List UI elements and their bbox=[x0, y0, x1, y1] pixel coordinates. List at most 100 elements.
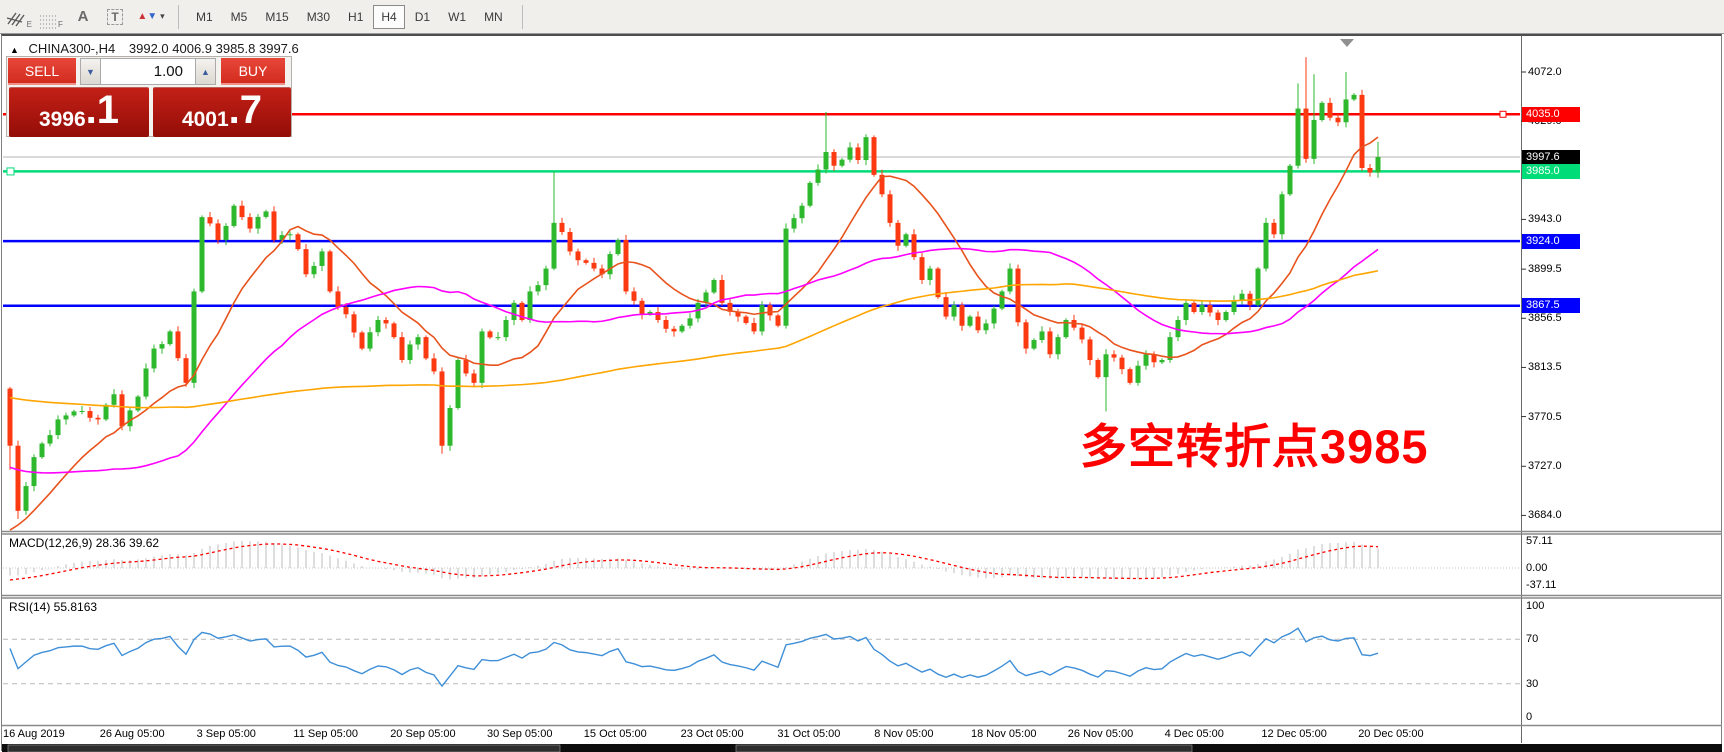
timeframe-button-m30[interactable]: M30 bbox=[299, 5, 338, 29]
candle bbox=[592, 263, 597, 269]
candle bbox=[288, 234, 293, 235]
candle bbox=[856, 147, 861, 160]
candle bbox=[952, 305, 957, 316]
candle bbox=[1056, 337, 1061, 354]
candle bbox=[176, 331, 181, 358]
arrow-objects-icon[interactable]: ▲ ▼ ▾ bbox=[134, 5, 168, 29]
timeframe-button-m1[interactable]: M1 bbox=[188, 5, 221, 29]
indicator-tick-label: 57.11 bbox=[1526, 535, 1553, 547]
candle bbox=[160, 344, 165, 348]
candle bbox=[760, 305, 765, 331]
candle bbox=[296, 234, 301, 249]
candle bbox=[416, 337, 421, 344]
date-label: 8 Nov 05:00 bbox=[874, 728, 933, 740]
indicator-tick-label: 0 bbox=[1526, 711, 1532, 723]
text-label-icon[interactable]: A bbox=[70, 5, 96, 29]
timeframe-button-m5[interactable]: M5 bbox=[223, 5, 256, 29]
indicator-tick-label: 70 bbox=[1526, 633, 1538, 645]
candle bbox=[840, 160, 845, 166]
toolbar-separator bbox=[522, 5, 523, 29]
expert-advisors-icon[interactable]: E bbox=[6, 5, 32, 29]
candle bbox=[488, 331, 493, 337]
candle bbox=[272, 211, 277, 240]
candle bbox=[560, 223, 565, 232]
candle bbox=[680, 326, 685, 332]
candle bbox=[1088, 339, 1093, 360]
candle bbox=[792, 218, 797, 228]
candle bbox=[752, 323, 757, 331]
sell-price-tile[interactable]: 3996 .1 bbox=[9, 87, 149, 137]
candle bbox=[672, 329, 677, 332]
candle bbox=[968, 317, 973, 326]
candle bbox=[744, 317, 749, 323]
date-label: 20 Sep 05:00 bbox=[390, 728, 455, 740]
candle bbox=[896, 223, 901, 246]
candle bbox=[200, 217, 205, 291]
candle bbox=[688, 318, 693, 325]
timeframe-button-d1[interactable]: D1 bbox=[407, 5, 438, 29]
timeframe-button-h4[interactable]: H4 bbox=[373, 5, 404, 29]
timeframe-button-w1[interactable]: W1 bbox=[440, 5, 474, 29]
rsi-indicator-label: RSI(14) 55.8163 bbox=[9, 600, 97, 614]
candle bbox=[360, 332, 365, 348]
candle bbox=[984, 323, 989, 330]
candle bbox=[1184, 303, 1189, 320]
candle bbox=[872, 137, 877, 175]
candle bbox=[1096, 360, 1101, 377]
candle bbox=[320, 251, 325, 266]
candle bbox=[568, 232, 573, 251]
volume-increment-button[interactable]: ▲ bbox=[195, 58, 216, 85]
candle bbox=[944, 297, 949, 316]
toolbar-separator bbox=[178, 5, 179, 29]
timeframe-button-mn[interactable]: MN bbox=[476, 5, 511, 29]
candle bbox=[816, 169, 821, 182]
indicator-tick-label: 100 bbox=[1526, 600, 1544, 612]
candle bbox=[576, 251, 581, 260]
text-box-icon[interactable]: T bbox=[102, 5, 128, 29]
candle bbox=[544, 269, 549, 286]
volume-decrement-button[interactable]: ▼ bbox=[80, 58, 101, 85]
timeframe-button-h1[interactable]: H1 bbox=[340, 5, 371, 29]
sell-price-fraction: .1 bbox=[86, 88, 119, 132]
candle bbox=[1136, 366, 1141, 383]
candle bbox=[848, 147, 853, 159]
candle bbox=[632, 291, 637, 300]
candle bbox=[128, 410, 133, 426]
down-arrow-glyph: ▼ bbox=[147, 11, 157, 22]
candle bbox=[224, 226, 229, 240]
candle bbox=[976, 317, 981, 331]
date-label: 26 Nov 05:00 bbox=[1068, 728, 1133, 740]
candle bbox=[448, 408, 453, 446]
candle bbox=[904, 234, 909, 245]
price-tick-label: 3856.5 bbox=[1528, 312, 1562, 324]
candle bbox=[400, 337, 405, 360]
candle bbox=[1032, 340, 1037, 349]
volume-input[interactable]: 1.00 bbox=[101, 58, 195, 85]
candle bbox=[888, 194, 893, 223]
fibonacci-grid-icon[interactable]: F bbox=[38, 5, 64, 29]
timeframe-button-m15[interactable]: M15 bbox=[257, 5, 296, 29]
candle bbox=[1296, 109, 1301, 166]
sub-window-edge bbox=[8, 745, 560, 752]
candle bbox=[920, 257, 925, 280]
candle bbox=[392, 323, 397, 337]
candle bbox=[1192, 303, 1197, 312]
candle bbox=[704, 292, 709, 302]
candle bbox=[1232, 301, 1237, 312]
buy-price-tile[interactable]: 4001 .7 bbox=[153, 87, 291, 137]
candle bbox=[528, 291, 533, 320]
price-tick-label: 3770.5 bbox=[1528, 411, 1562, 423]
sell-price-main: 3996 bbox=[39, 108, 86, 132]
date-label: 3 Sep 05:00 bbox=[197, 728, 256, 740]
candle bbox=[1024, 322, 1029, 348]
sell-button[interactable]: SELL bbox=[8, 58, 76, 85]
trendline-handle bbox=[7, 168, 14, 175]
candle bbox=[1224, 312, 1229, 320]
candle bbox=[16, 446, 21, 511]
collapse-arrow-icon[interactable]: ▲ bbox=[10, 45, 19, 55]
buy-button[interactable]: BUY bbox=[221, 58, 285, 85]
candle bbox=[408, 344, 413, 360]
candle bbox=[264, 211, 269, 216]
buy-price-main: 4001 bbox=[182, 108, 229, 132]
candle bbox=[1200, 305, 1205, 312]
